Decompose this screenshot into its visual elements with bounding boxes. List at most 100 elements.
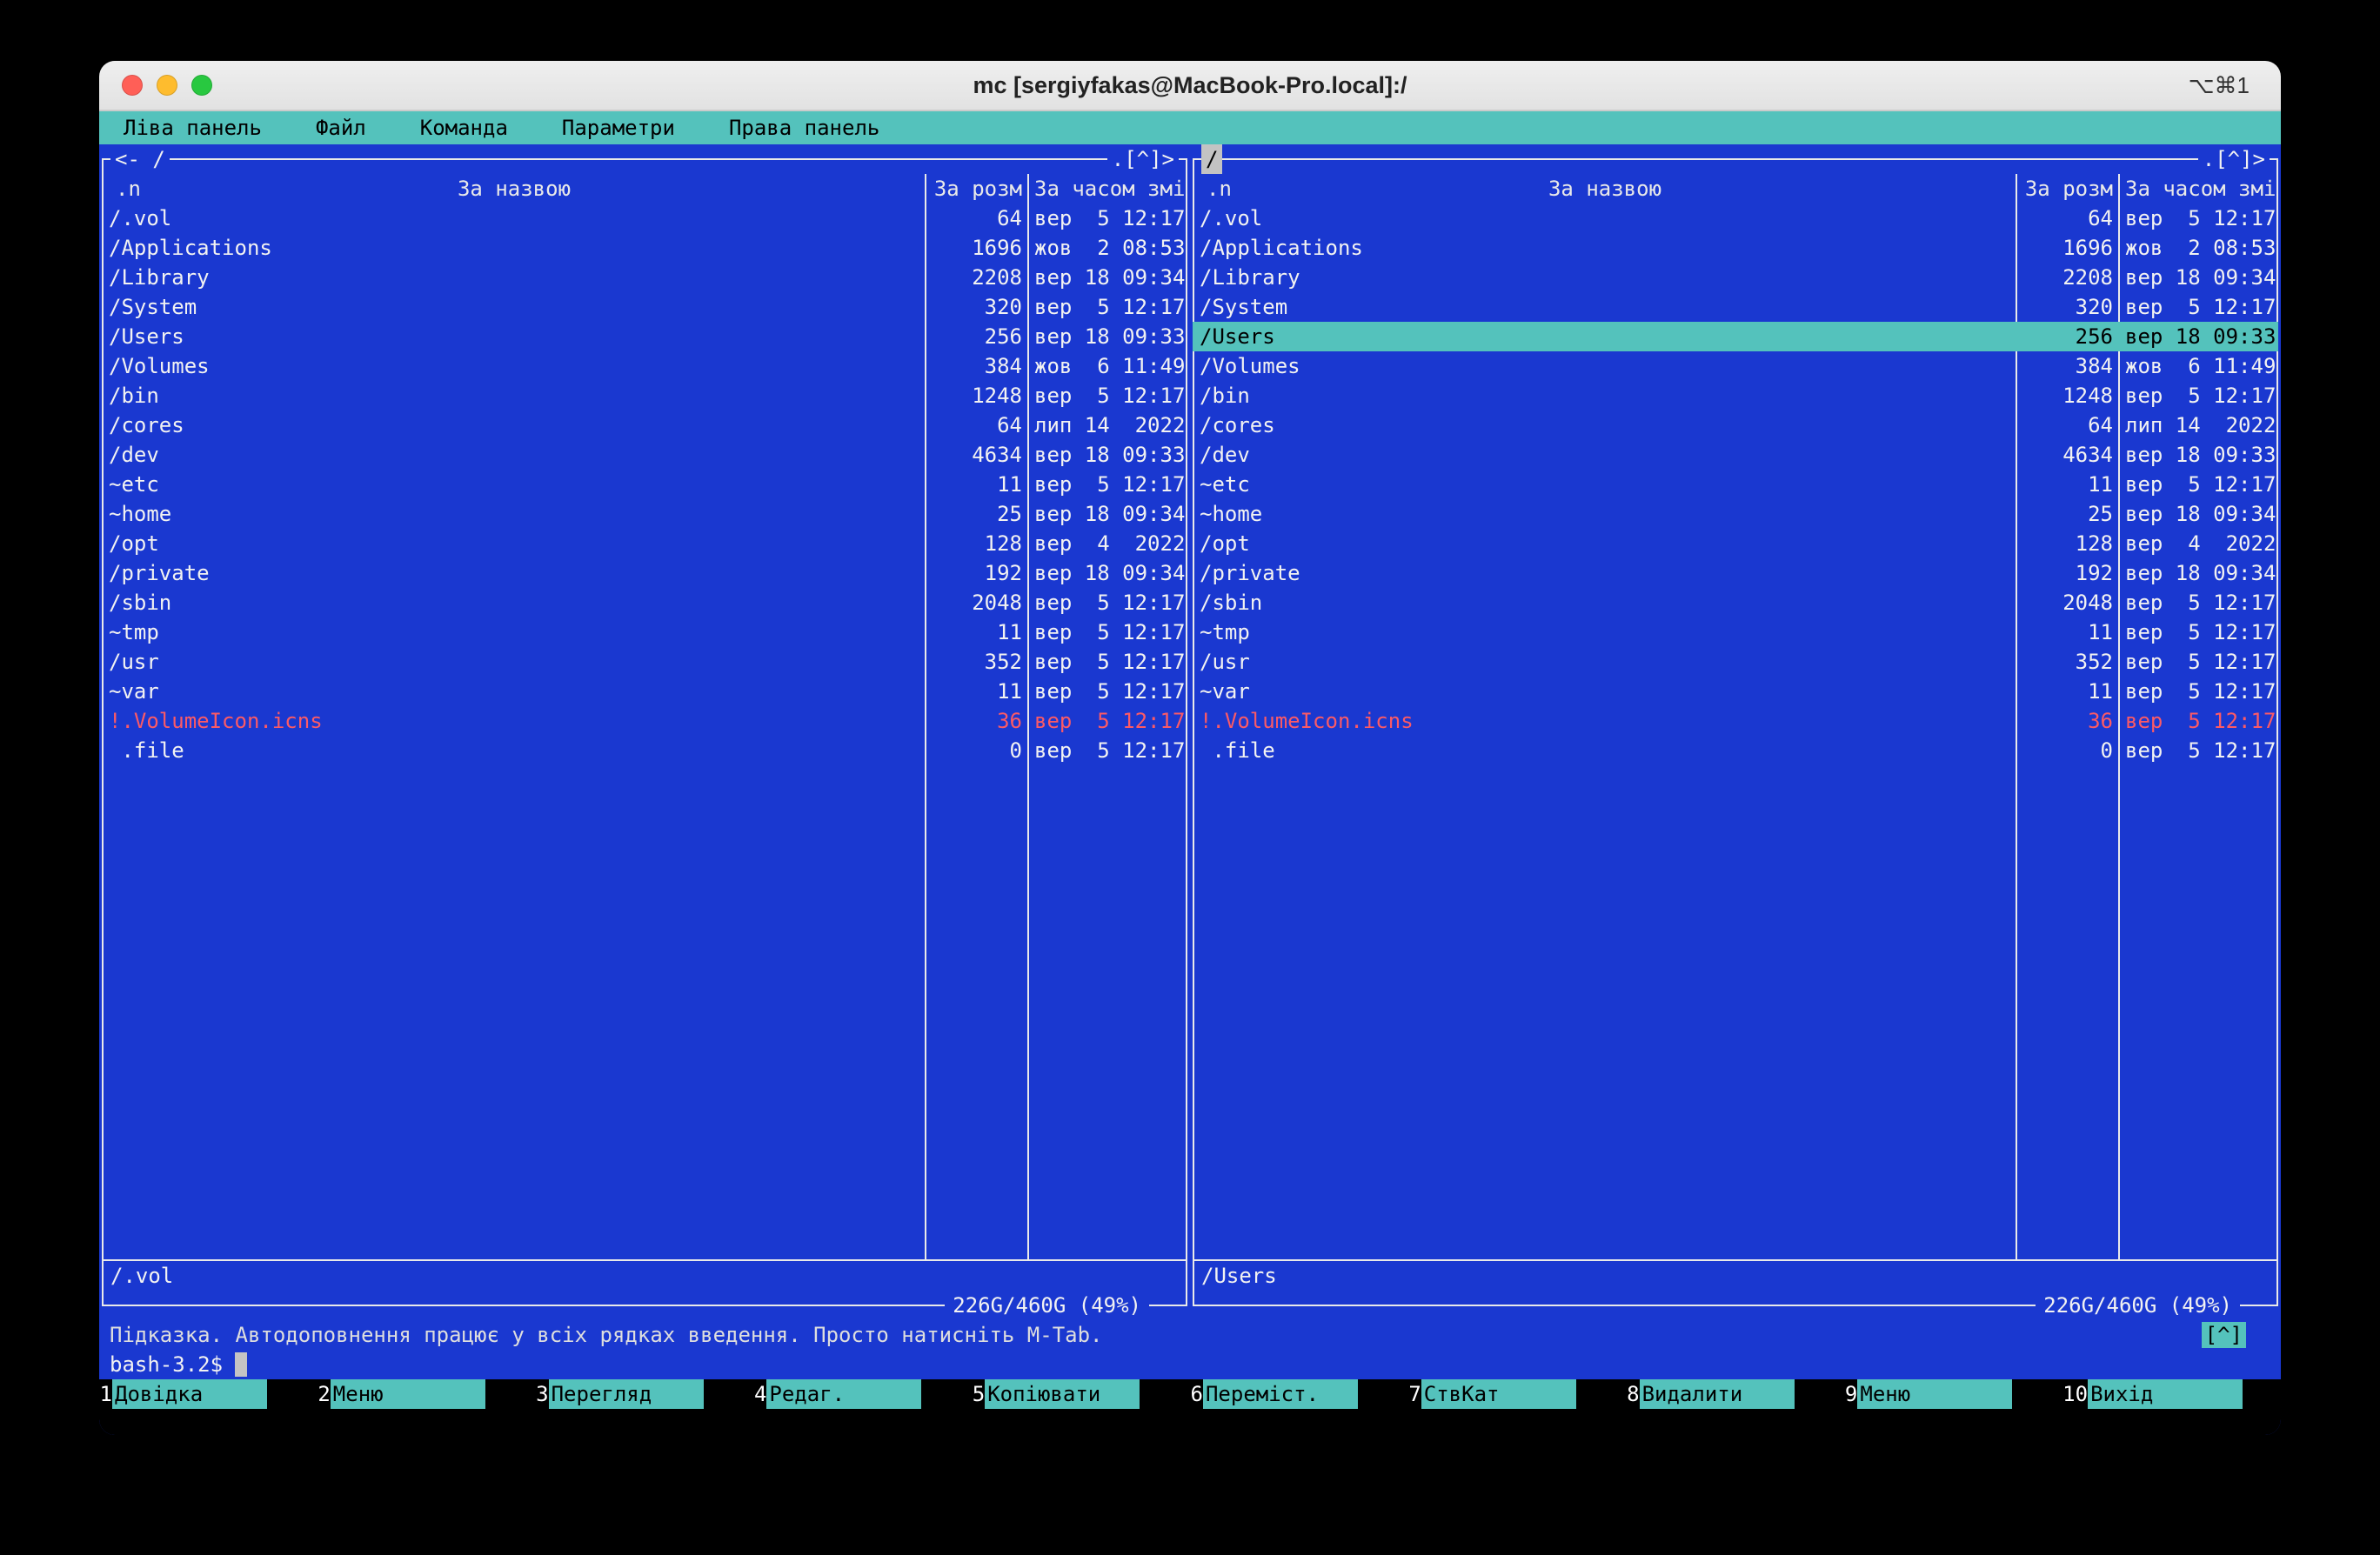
file-row[interactable]: /private 192 вер 18 09:34 bbox=[1193, 558, 2278, 588]
function-key-label: Перегляд bbox=[549, 1379, 704, 1409]
file-row[interactable]: ~etc 11 вер 5 12:17 bbox=[102, 470, 1187, 499]
file-row[interactable]: /usr 352 вер 5 12:17 bbox=[102, 647, 1187, 677]
file-row[interactable]: /bin 1248 вер 5 12:17 bbox=[1193, 381, 2278, 410]
file-size: 25 bbox=[2017, 499, 2120, 529]
function-key-button[interactable]: 2 Меню bbox=[318, 1379, 536, 1409]
file-row[interactable]: ~var 11 вер 5 12:17 bbox=[1193, 677, 2278, 706]
function-key-number: 8 bbox=[1627, 1379, 1640, 1409]
file-row[interactable]: /.vol 64 вер 5 12:17 bbox=[1193, 204, 2278, 233]
column-header-name[interactable]: .nЗа назвою bbox=[102, 174, 926, 204]
column-header-mtime[interactable]: За часом змі bbox=[2120, 174, 2278, 204]
function-key-button[interactable]: 8 Видалити bbox=[1627, 1379, 1845, 1409]
column-header-size[interactable]: За розм bbox=[926, 174, 1029, 204]
file-row[interactable]: /cores 64 лип 14 2022 bbox=[1193, 410, 2278, 440]
file-name: /Volumes bbox=[1193, 351, 2017, 381]
function-key-button[interactable]: 7 СтвКат bbox=[1408, 1379, 1627, 1409]
file-size: 4634 bbox=[926, 440, 1029, 470]
menu-item-options[interactable]: Параметри bbox=[562, 111, 675, 144]
right-panel-updir-button[interactable]: .[^]> bbox=[2198, 144, 2270, 174]
file-row[interactable]: /Applications 1696 жов 2 08:53 bbox=[102, 233, 1187, 263]
function-key-label: Довідка bbox=[112, 1379, 267, 1409]
menu-item-command[interactable]: Команда bbox=[420, 111, 508, 144]
file-row[interactable]: ~etc 11 вер 5 12:17 bbox=[1193, 470, 2278, 499]
file-size: 11 bbox=[926, 470, 1029, 499]
file-mtime: вер 4 2022 bbox=[2120, 529, 2278, 558]
file-row[interactable]: /usr 352 вер 5 12:17 bbox=[1193, 647, 2278, 677]
function-key-label: Меню bbox=[1857, 1379, 2012, 1409]
file-name: /cores bbox=[102, 410, 926, 440]
file-mtime: вер 5 12:17 bbox=[1029, 706, 1187, 736]
command-line[interactable]: bash-3.2$ bbox=[99, 1350, 2281, 1379]
file-mtime: жов 2 08:53 bbox=[2120, 233, 2278, 263]
right-panel-path[interactable]: / bbox=[1201, 144, 1222, 174]
file-row[interactable]: .file 0 вер 5 12:17 bbox=[1193, 736, 2278, 765]
file-row[interactable]: /sbin 2048 вер 5 12:17 bbox=[102, 588, 1187, 617]
file-row[interactable]: /opt 128 вер 4 2022 bbox=[1193, 529, 2278, 558]
file-mtime: вер 18 09:33 bbox=[2120, 322, 2278, 351]
file-size: 36 bbox=[926, 706, 1029, 736]
file-row[interactable]: ~tmp 11 вер 5 12:17 bbox=[1193, 617, 2278, 647]
column-header-mtime[interactable]: За часом змі bbox=[1029, 174, 1187, 204]
file-row[interactable]: /Users 256 вер 18 09:33 bbox=[102, 322, 1187, 351]
function-key-button[interactable]: 10 Вихід bbox=[2062, 1379, 2281, 1409]
file-name: /sbin bbox=[102, 588, 926, 617]
file-row[interactable]: ~home 25 вер 18 09:34 bbox=[1193, 499, 2278, 529]
file-row[interactable]: /Library 2208 вер 18 09:34 bbox=[1193, 263, 2278, 292]
shell-prompt: bash-3.2$ bbox=[110, 1350, 223, 1379]
function-key-button[interactable]: 5 Копіювати bbox=[972, 1379, 1190, 1409]
file-size: 25 bbox=[926, 499, 1029, 529]
function-key-button[interactable]: 9 Меню bbox=[1844, 1379, 2062, 1409]
file-row[interactable]: /cores 64 лип 14 2022 bbox=[102, 410, 1187, 440]
left-panel-free-space: 226G/460G (49%) bbox=[945, 1291, 1149, 1320]
file-mtime: вер 5 12:17 bbox=[2120, 470, 2278, 499]
file-mtime: вер 5 12:17 bbox=[1029, 381, 1187, 410]
column-header-size[interactable]: За розм bbox=[2017, 174, 2120, 204]
file-row[interactable]: ~var 11 вер 5 12:17 bbox=[102, 677, 1187, 706]
menu-item-right-panel[interactable]: Права панель bbox=[729, 111, 879, 144]
zoom-button[interactable] bbox=[191, 75, 212, 96]
file-row[interactable]: /Volumes 384 жов 6 11:49 bbox=[102, 351, 1187, 381]
file-row[interactable]: /opt 128 вер 4 2022 bbox=[102, 529, 1187, 558]
file-row[interactable]: !.VolumeIcon.icns 36 вер 5 12:17 bbox=[1193, 706, 2278, 736]
file-row[interactable]: /dev 4634 вер 18 09:33 bbox=[1193, 440, 2278, 470]
column-header-name[interactable]: .nЗа назвою bbox=[1193, 174, 2017, 204]
file-row[interactable]: /bin 1248 вер 5 12:17 bbox=[102, 381, 1187, 410]
file-row[interactable]: /private 192 вер 18 09:34 bbox=[102, 558, 1187, 588]
menu-item-left-panel[interactable]: Ліва панель bbox=[124, 111, 262, 144]
file-mtime: жов 6 11:49 bbox=[1029, 351, 1187, 381]
file-name: ~home bbox=[102, 499, 926, 529]
file-row[interactable]: /System 320 вер 5 12:17 bbox=[102, 292, 1187, 322]
file-row[interactable]: /.vol 64 вер 5 12:17 bbox=[102, 204, 1187, 233]
file-size: 384 bbox=[2017, 351, 2120, 381]
hint-bar: Підказка. Автодоповнення працює у всіх р… bbox=[99, 1320, 2281, 1350]
file-row[interactable]: /Library 2208 вер 18 09:34 bbox=[102, 263, 1187, 292]
function-key-button[interactable]: 3 Перегляд bbox=[536, 1379, 754, 1409]
file-mtime: вер 5 12:17 bbox=[1029, 677, 1187, 706]
file-row[interactable]: ~tmp 11 вер 5 12:17 bbox=[102, 617, 1187, 647]
file-row[interactable]: !.VolumeIcon.icns 36 вер 5 12:17 bbox=[102, 706, 1187, 736]
file-mtime: вер 18 09:34 bbox=[2120, 499, 2278, 529]
file-row[interactable]: /sbin 2048 вер 5 12:17 bbox=[1193, 588, 2278, 617]
file-row[interactable]: ~home 25 вер 18 09:34 bbox=[102, 499, 1187, 529]
function-key-button[interactable]: 6 Переміст. bbox=[1190, 1379, 1408, 1409]
screen-background: { "window": { "title": "mc [sergiyfakas@… bbox=[0, 61, 2380, 1555]
right-panel-file-area: .nЗа назвою За розм За часом змі /.vol 6… bbox=[1193, 174, 2278, 1259]
left-panel-top-frame: <- / .[^]> bbox=[102, 144, 1187, 174]
function-key-button[interactable]: 4 Редаг. bbox=[753, 1379, 972, 1409]
file-name: /Users bbox=[1193, 322, 2017, 351]
file-size: 320 bbox=[2017, 292, 2120, 322]
minimize-button[interactable] bbox=[157, 75, 177, 96]
left-panel-updir-button[interactable]: .[^]> bbox=[1107, 144, 1179, 174]
file-row[interactable]: /System 320 вер 5 12:17 bbox=[1193, 292, 2278, 322]
file-row[interactable]: /Users 256 вер 18 09:33 bbox=[1193, 322, 2278, 351]
close-button[interactable] bbox=[122, 75, 143, 96]
file-row[interactable]: .file 0 вер 5 12:17 bbox=[102, 736, 1187, 765]
left-panel-path[interactable]: <- / bbox=[110, 144, 170, 174]
file-row[interactable]: /Volumes 384 жов 6 11:49 bbox=[1193, 351, 2278, 381]
file-name: /bin bbox=[102, 381, 926, 410]
function-key-button[interactable]: 1 Довідка bbox=[99, 1379, 318, 1409]
file-row[interactable]: /Applications 1696 жов 2 08:53 bbox=[1193, 233, 2278, 263]
menu-item-file[interactable]: Файл bbox=[316, 111, 366, 144]
history-button[interactable]: [^] bbox=[2202, 1322, 2246, 1348]
file-row[interactable]: /dev 4634 вер 18 09:33 bbox=[102, 440, 1187, 470]
